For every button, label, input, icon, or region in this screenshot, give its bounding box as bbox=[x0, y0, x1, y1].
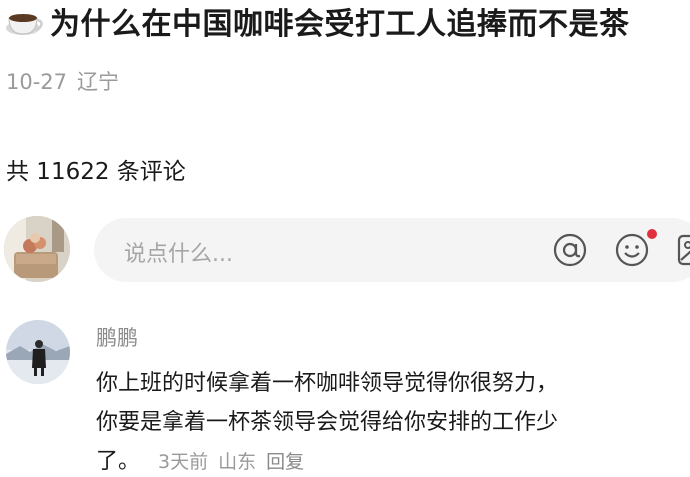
post-comments-screen: 为什么在中国咖啡会受打工人追捧而不是茶 10-27 辽宁 共 11622 条评论 … bbox=[0, 0, 690, 477]
emoji-icon[interactable] bbox=[614, 232, 650, 268]
image-icon[interactable] bbox=[676, 232, 690, 268]
comment-text-line: 你要是拿着一杯茶领导会觉得给你安排的工作少 bbox=[96, 410, 559, 435]
comment-input[interactable]: 说点什么... bbox=[94, 218, 690, 282]
reply-button[interactable]: 回复 bbox=[266, 451, 304, 473]
comment-author-avatar[interactable] bbox=[6, 320, 70, 384]
post-location: 辽宁 bbox=[77, 70, 120, 94]
comment-body: 你上班的时候拿着一杯咖啡领导觉得你很努力， 你要是拿着一杯茶领导会觉得给你安排的… bbox=[96, 364, 676, 477]
comment-input-placeholder: 说点什么... bbox=[124, 242, 233, 267]
comment-time: 3天前 bbox=[158, 451, 209, 473]
current-user-avatar[interactable] bbox=[4, 216, 70, 282]
comment-count: 共 11622 条评论 bbox=[6, 159, 186, 185]
at-icon[interactable] bbox=[552, 232, 588, 268]
comment-meta: 3天前 山东 回复 bbox=[158, 451, 304, 473]
post-title-row: 为什么在中国咖啡会受打工人追捧而不是茶 bbox=[4, 2, 630, 42]
post-title: 为什么在中国咖啡会受打工人追捧而不是茶 bbox=[50, 7, 630, 42]
comment-text-line: 了。 bbox=[96, 449, 141, 474]
notification-dot bbox=[647, 224, 657, 239]
coffee-cup-icon bbox=[4, 4, 44, 38]
post-meta: 10-27 辽宁 bbox=[6, 66, 119, 96]
comment-location: 山东 bbox=[218, 451, 257, 473]
comment-last-line: 了。 3天前 山东 回复 bbox=[96, 442, 676, 477]
comment-text-line: 你上班的时候拿着一杯咖啡领导觉得你很努力， bbox=[96, 371, 559, 396]
comment-author-name[interactable]: 鹏鹏 bbox=[96, 322, 138, 352]
post-date: 10-27 bbox=[6, 70, 68, 94]
